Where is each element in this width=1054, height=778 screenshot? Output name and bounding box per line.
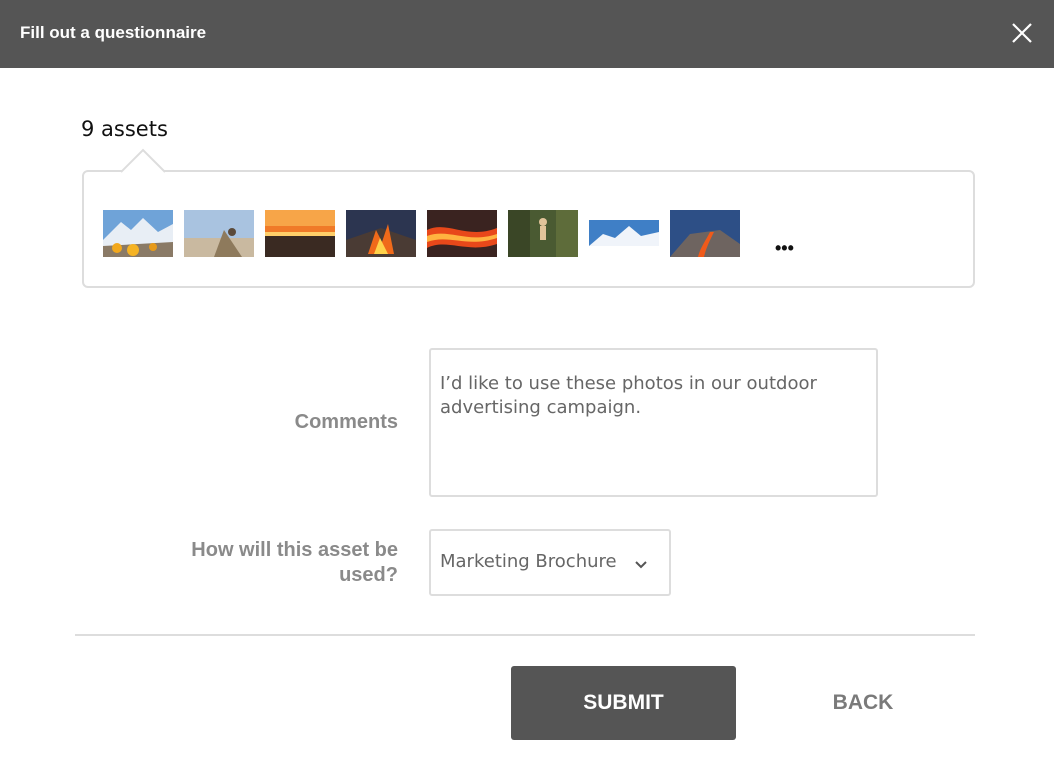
- divider: [75, 634, 975, 636]
- thumbnail-4[interactable]: [346, 210, 416, 257]
- more-assets-button[interactable]: •••: [775, 238, 794, 259]
- submit-button[interactable]: SUBMIT: [511, 666, 736, 740]
- thumbnail-8[interactable]: [670, 210, 740, 257]
- usage-select[interactable]: Marketing Brochure: [429, 529, 671, 596]
- dialog-titlebar: Fill out a questionnaire: [0, 0, 1054, 68]
- comments-field[interactable]: I’d like to use these photos in our outd…: [429, 348, 878, 497]
- usage-label: How will this asset be used?: [191, 539, 398, 586]
- chevron-down-icon: [634, 557, 648, 575]
- thumbnail-5[interactable]: [427, 210, 497, 257]
- back-button[interactable]: BACK: [790, 666, 936, 740]
- assets-count: 9 assets: [81, 117, 168, 141]
- thumbnail-7[interactable]: [589, 210, 659, 257]
- close-icon[interactable]: [1008, 19, 1036, 47]
- usage-selected-value: Marketing Brochure: [440, 551, 617, 572]
- thumbnail-1[interactable]: [103, 210, 173, 257]
- comments-label: Comments: [294, 411, 398, 433]
- dialog-title: Fill out a questionnaire: [20, 23, 207, 42]
- thumbnail-3[interactable]: [265, 210, 335, 257]
- thumbnail-6[interactable]: [508, 210, 578, 257]
- panel-caret: [121, 148, 166, 173]
- thumbnail-2[interactable]: [184, 210, 254, 257]
